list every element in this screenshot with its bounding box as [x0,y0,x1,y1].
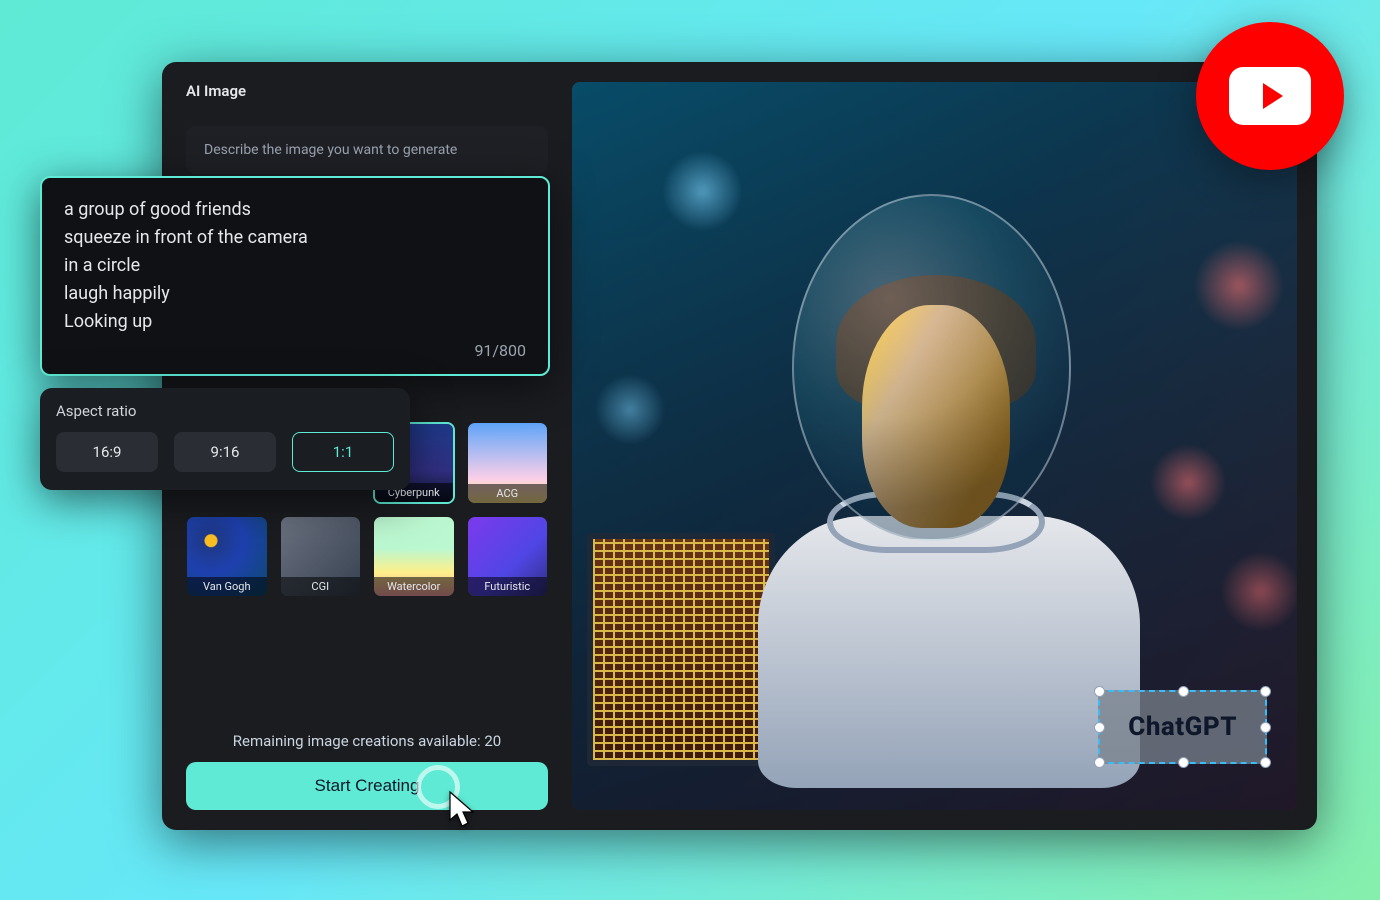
aspect-option-16-9[interactable]: 16:9 [56,432,158,472]
style-tile-futuristic[interactable]: Futuristic [467,516,549,598]
resize-handle[interactable] [1178,757,1189,768]
resize-handle[interactable] [1094,686,1105,697]
aspect-option-9-16[interactable]: 9:16 [174,432,276,472]
resize-handle[interactable] [1260,757,1271,768]
preview-image: ChatGPT [572,82,1297,810]
resize-handle[interactable] [1260,686,1271,697]
style-label: Watercolor [374,577,454,596]
style-tile-cgi[interactable]: CGI [280,516,362,598]
aspect-ratio-panel: Aspect ratio 16:9 9:16 1:1 [40,388,410,490]
style-label: Van Gogh [187,577,267,596]
describe-label: Describe the image you want to generate [204,142,530,158]
aspect-ratio-options: 16:9 9:16 1:1 [56,432,394,472]
aspect-ratio-title: Aspect ratio [56,402,394,420]
char-count: 91/800 [64,341,526,360]
youtube-badge[interactable] [1196,22,1344,170]
page-title: AI Image [186,82,548,100]
start-creating-button[interactable]: Start Creating [186,762,548,810]
click-ripple-icon [416,765,460,809]
style-label: CGI [281,577,361,596]
style-label: Futuristic [468,577,548,596]
right-panel: ChatGPT [572,62,1317,830]
aspect-option-1-1[interactable]: 1:1 [292,432,394,472]
style-label: ACG [468,484,548,503]
style-tile-watercolor[interactable]: Watercolor [373,516,455,598]
prompt-text: a group of good friends squeeze in front… [64,196,526,335]
describe-section[interactable]: Describe the image you want to generate [186,126,548,174]
resize-handle[interactable] [1260,722,1271,733]
resize-handle[interactable] [1094,722,1105,733]
prompt-input[interactable]: a group of good friends squeeze in front… [40,176,550,376]
youtube-icon [1229,67,1311,125]
remaining-text: Remaining image creations available: 20 [186,732,548,750]
overlay-text-label: ChatGPT [1128,712,1237,742]
resize-handle[interactable] [1178,686,1189,697]
style-tile-vangogh[interactable]: Van Gogh [186,516,268,598]
overlay-text-box[interactable]: ChatGPT [1098,690,1267,764]
start-creating-label: Start Creating [315,776,420,795]
style-tile-acg[interactable]: ACG [467,422,549,504]
